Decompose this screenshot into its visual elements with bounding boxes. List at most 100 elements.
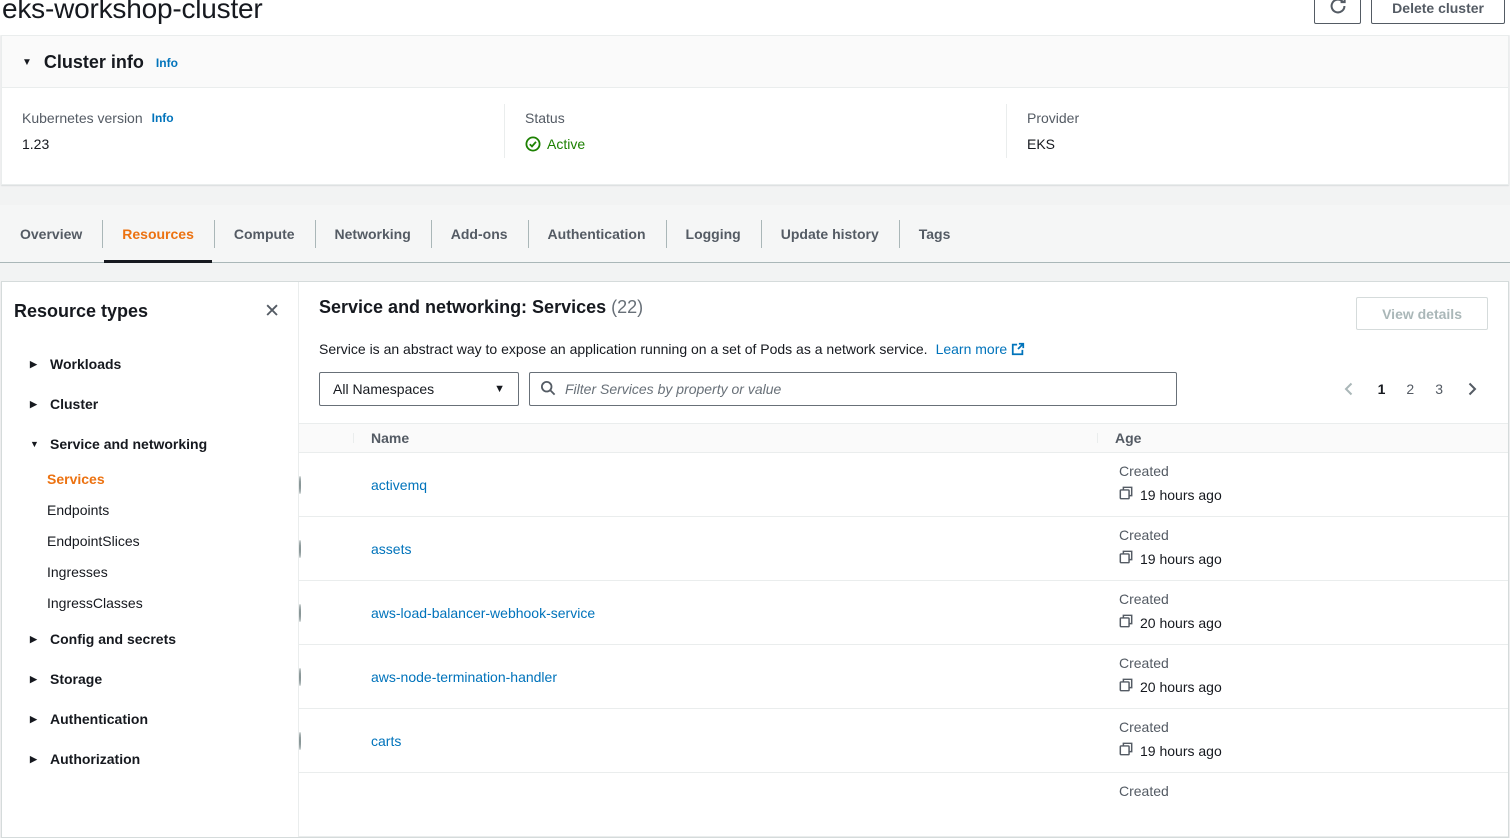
page-title: eks-workshop-cluster [2,0,263,25]
age-value-text: 20 hours ago [1140,679,1222,695]
row-radio[interactable] [299,540,301,558]
tab-overview[interactable]: Overview [0,205,102,262]
row-select-cell [299,477,353,493]
row-select-cell [299,605,353,621]
status-active-icon [525,136,541,152]
sidebar-group-authentication[interactable]: ▶Authentication [2,699,298,739]
page-numbers: 1 2 3 [1378,381,1443,397]
info-link[interactable]: Info [152,111,174,125]
cluster-info-header[interactable]: ▼ Cluster info Info [2,36,1508,88]
age-value: 20 hours ago [1119,678,1508,695]
collapse-caret-icon[interactable]: ▼ [22,57,32,68]
row-name-cell: aws-load-balancer-webhook-service [353,605,1097,621]
external-link-icon [1011,341,1025,357]
search-icon [540,380,556,399]
cluster-info-fields: Kubernetes versionInfo1.23StatusActivePr… [2,88,1508,184]
row-name-cell: assets [353,541,1097,557]
close-icon[interactable]: ✕ [264,302,280,321]
namespace-select[interactable]: All Namespaces ▼ [319,372,519,406]
row-age-cell: Created20 hours ago [1097,581,1508,631]
caret-right-icon: ▶ [30,634,40,645]
age-value: 19 hours ago [1119,486,1508,503]
search-input[interactable] [563,380,1166,398]
copy-icon [1119,614,1133,631]
row-name-cell: aws-node-termination-handler [353,669,1097,685]
row-age-cell: Created19 hours ago [1097,709,1508,759]
row-radio[interactable] [299,604,301,622]
tab-logging[interactable]: Logging [666,205,761,262]
field-label: Kubernetes versionInfo [22,110,484,126]
table-header-row: Name Age [299,423,1508,453]
page-1[interactable]: 1 [1378,381,1386,397]
services-filters: All Namespaces ▼ 1 2 3 [319,372,1488,406]
sidebar-group-label: Cluster [50,396,98,412]
tab-compute[interactable]: Compute [214,205,315,262]
tab-authentication[interactable]: Authentication [528,205,666,262]
resource-types-sidebar: Resource types ✕ ▶Workloads▶Cluster▼Serv… [2,282,299,837]
sidebar-group-authorization[interactable]: ▶Authorization [2,739,298,779]
row-age-cell: Created19 hours ago [1097,517,1508,567]
sidebar-group-label: Config and secrets [50,631,176,647]
age-created-label: Created [1119,463,1508,479]
delete-cluster-button[interactable]: Delete cluster [1371,0,1505,24]
refresh-button[interactable] [1314,0,1361,24]
page-2[interactable]: 2 [1406,381,1414,397]
sidebar-group-service-and-networking[interactable]: ▼Service and networking [2,424,298,464]
row-select-cell [299,541,353,557]
sidebar-item-endpoints[interactable]: Endpoints [2,495,298,526]
table-row: aws-node-termination-handler Created20 ho… [299,645,1508,709]
chevron-down-icon: ▼ [494,383,505,395]
table-row: activemq Created 19 hours ago [299,453,1508,517]
service-link-activemq[interactable]: activemq [353,477,427,493]
services-main: Service and networking: Services (22) Vi… [299,282,1508,837]
tab-tags[interactable]: Tags [899,205,971,262]
header-actions: Delete cluster [1314,0,1506,24]
tab-add-ons[interactable]: Add-ons [431,205,528,262]
copy-icon [1119,678,1133,695]
services-title-text: Service and networking: Services [319,297,606,317]
sidebar-group-config-and-secrets[interactable]: ▶ Config and secrets [2,619,298,659]
table-row: assets Created19 hours ago [299,517,1508,581]
sidebar-group-workloads[interactable]: ▶Workloads [2,344,298,384]
services-table: Name Age activemqCreated19 hours agoasse… [299,423,1508,837]
column-header-name[interactable]: Name [353,430,1097,446]
service-link-aws-load-balancer-webhook-service[interactable]: aws-load-balancer-webhook-service [353,605,595,621]
row-radio[interactable] [299,732,301,750]
learn-more-link[interactable]: Learn more [936,341,1025,357]
info-link[interactable]: Info [156,56,178,70]
pagination: 1 2 3 [1341,381,1488,397]
service-link-assets[interactable]: assets [353,541,411,557]
next-page-icon[interactable] [1464,381,1480,397]
age-value-text: 19 hours ago [1140,487,1222,503]
previous-page-icon[interactable] [1341,381,1357,397]
row-radio[interactable] [299,476,301,494]
sidebar-item-ingresses[interactable]: Ingresses [2,557,298,588]
services-search [529,372,1177,406]
services-count: (22) [611,297,643,317]
tab-resources[interactable]: Resources [102,205,214,262]
service-link-aws-node-termination-handler[interactable]: aws-node-termination-handler [353,669,557,685]
caret-right-icon: ▶ [30,674,40,685]
row-radio[interactable] [299,668,301,686]
tab-networking[interactable]: Networking [315,205,431,262]
row-age-cell: Created20 hours ago [1097,645,1508,695]
age-value: 19 hours ago [1119,550,1508,567]
row-select-cell [299,733,353,749]
cluster-info-field-provider: ProviderEKS [1006,104,1508,158]
sidebar-item-services[interactable]: Services [2,464,298,495]
page-3[interactable]: 3 [1435,381,1443,397]
sidebar-item-endpointslices[interactable]: EndpointSlices [2,526,298,557]
tab-update-history[interactable]: Update history [761,205,899,262]
field-value: 1.23 [22,136,484,152]
view-details-button[interactable]: View details [1356,297,1488,330]
table-row: aws-load-balancer-webhook-service Created… [299,581,1508,645]
sidebar-item-ingressclasses[interactable]: IngressClasses [2,588,298,619]
service-link-carts[interactable]: carts [353,733,401,749]
copy-icon [1119,486,1133,503]
sidebar-group-label: Authorization [50,751,140,767]
refresh-icon [1329,0,1347,18]
sidebar-group-storage[interactable]: ▶ Storage [2,659,298,699]
sidebar-group-label: Storage [50,671,102,687]
sidebar-group-cluster[interactable]: ▶Cluster [2,384,298,424]
column-header-age[interactable]: Age [1097,430,1508,446]
